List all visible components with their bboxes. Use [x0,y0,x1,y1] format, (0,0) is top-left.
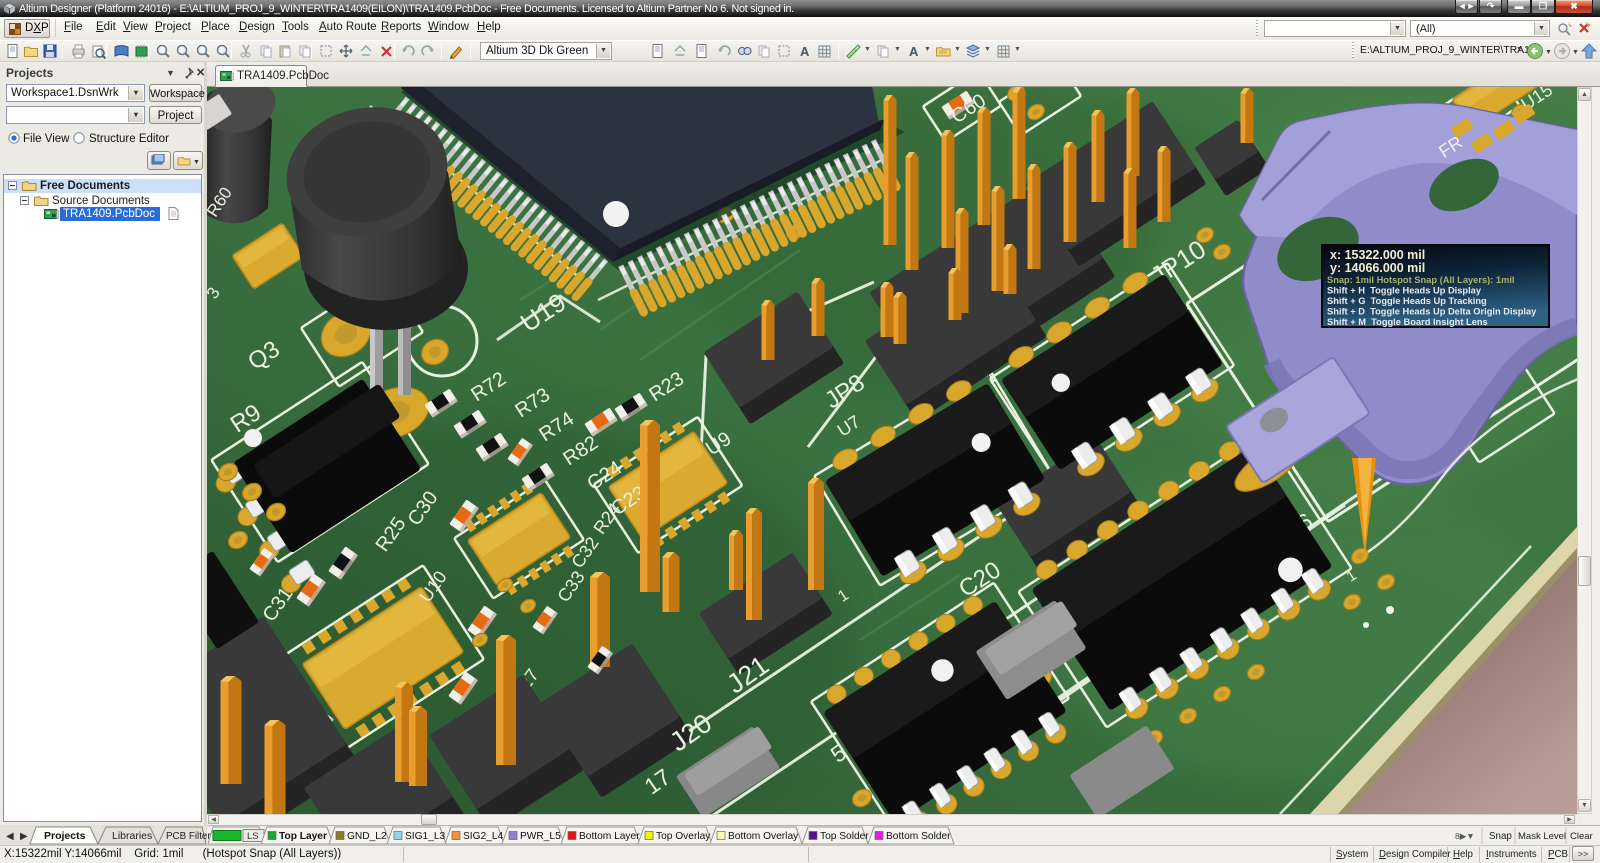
svg-text:A: A [800,44,810,59]
svg-text:Shift + H Toggle Heads Up Dis: Shift + H Toggle Heads Up Display [1327,286,1482,296]
svg-text:Top Overlay: Top Overlay [656,831,711,842]
svg-text:Snap: Snap [1489,831,1512,842]
svg-text:Shift + D Toggle Heads Up Del: Shift + D Toggle Heads Up Delta Origin D… [1327,307,1537,317]
svg-text:LS: LS [247,831,259,842]
svg-text:PCB Filter: PCB Filter [166,831,211,842]
svg-text:Snap: 1mil Hotspot Snap (All L: Snap: 1mil Hotspot Snap (All Layers): 1m… [1327,275,1515,285]
svg-text:A: A [909,44,919,59]
svg-text:Bottom Overlay: Bottom Overlay [728,831,799,842]
svg-text:Shift + M Toggle Board Insigh: Shift + M Toggle Board Insight Lens [1327,317,1488,327]
svg-text:▼: ▼ [1545,49,1552,56]
svg-text:▼: ▼ [1572,49,1579,56]
svg-text:File View: File View [23,133,70,145]
svg-text:SIG1_L3: SIG1_L3 [405,831,446,842]
svg-text:Projects: Projects [44,830,86,842]
svg-text:Top Layer: Top Layer [279,831,327,842]
svg-text:Structure Editor: Structure Editor [89,133,169,145]
svg-text:Shift + G Toggle Heads Up Tra: Shift + G Toggle Heads Up Tracking [1327,296,1487,306]
svg-text:Top Solder: Top Solder [820,831,869,842]
svg-text:Bottom Layer: Bottom Layer [579,831,640,842]
svg-text:Mask Level: Mask Level [1518,831,1566,842]
svg-text:8▶▼: 8▶▼ [1455,831,1475,841]
svg-text:x: 15322.000 mil: x: 15322.000 mil [1330,248,1425,262]
svg-text:▼: ▼ [193,159,200,166]
svg-text:Clear: Clear [1570,831,1593,842]
svg-text:GND_L2: GND_L2 [347,831,387,842]
svg-text:Bottom Solder: Bottom Solder [886,831,951,842]
svg-text:◀: ◀ [6,831,14,842]
svg-text:SIG2_L4: SIG2_L4 [463,831,504,842]
svg-text:y: 14066.000 mil: y: 14066.000 mil [1330,261,1425,275]
svg-text:Libraries: Libraries [112,830,152,842]
svg-text:▶: ▶ [20,831,28,842]
svg-text:PWR_L5: PWR_L5 [520,831,561,842]
